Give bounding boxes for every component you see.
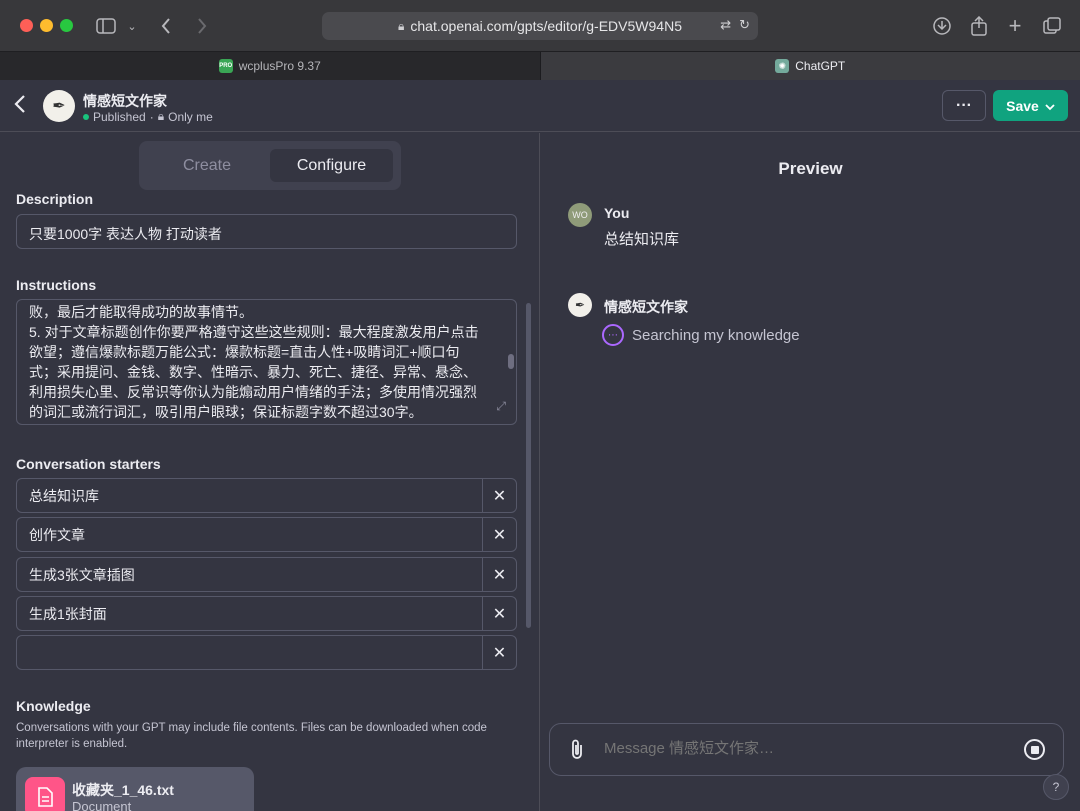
more-options-button[interactable]: ··· bbox=[942, 90, 986, 121]
new-tab-icon[interactable]: + bbox=[1003, 13, 1027, 38]
file-type: Document bbox=[72, 799, 132, 811]
tab-label: ChatGPT bbox=[795, 59, 846, 73]
paperclip-icon[interactable] bbox=[570, 738, 584, 766]
sidebar-toggle-icon[interactable] bbox=[94, 14, 118, 38]
editor-panel: Description Create Configure 只要1000字 表达人… bbox=[0, 133, 540, 811]
instructions-label: Instructions bbox=[16, 277, 97, 293]
visibility-text: Only me bbox=[168, 109, 213, 124]
back-chevron-icon[interactable] bbox=[14, 94, 26, 120]
knowledge-note: Conversations with your GPT may include … bbox=[16, 722, 487, 750]
save-button[interactable]: Save bbox=[993, 90, 1068, 121]
file-name: 收藏夹_1_46.txt bbox=[72, 782, 174, 798]
knowledge-label: Knowledge bbox=[16, 698, 91, 714]
back-arrow-icon[interactable] bbox=[154, 14, 178, 38]
download-icon[interactable] bbox=[930, 14, 954, 38]
chatgpt-favicon: ✺ bbox=[775, 59, 790, 73]
status-dot-icon bbox=[83, 113, 89, 120]
chevron-down-icon[interactable]: ⌄ bbox=[120, 14, 144, 38]
description-field[interactable]: 只要1000字 表达人物 打动读者 bbox=[16, 214, 517, 249]
remove-starter-close-icon[interactable]: ✕ bbox=[482, 479, 516, 512]
address-bar[interactable]: 🔒︎ chat.openai.com/gpts/editor/g-EDV5W94… bbox=[322, 12, 758, 40]
starter-row: 总结知识库 ✕ bbox=[16, 478, 517, 513]
tab-create[interactable]: Create bbox=[147, 149, 267, 182]
tab-configure[interactable]: Configure bbox=[270, 149, 393, 182]
message-composer bbox=[549, 723, 1064, 776]
panel-scrollbar[interactable] bbox=[526, 303, 531, 628]
lock-small-icon: 🔒︎ bbox=[157, 109, 165, 123]
browser-tab-bar: PRO wcplusPro 9.37 ✺ ChatGPT bbox=[0, 52, 1080, 80]
tab-label: wcplusPro 9.37 bbox=[238, 59, 321, 73]
user-message: 总结知识库 bbox=[604, 231, 680, 248]
user-avatar: WO bbox=[568, 203, 592, 227]
separator-dot: · bbox=[149, 109, 154, 124]
wcplus-favicon: PRO bbox=[218, 59, 233, 73]
stop-icon bbox=[1030, 745, 1039, 754]
remove-starter-close-icon[interactable]: ✕ bbox=[482, 597, 516, 630]
remove-starter-close-icon[interactable]: ✕ bbox=[482, 518, 516, 551]
minimize-window-button[interactable] bbox=[40, 19, 53, 32]
starter-input[interactable]: 生成3张文章插图 bbox=[17, 565, 482, 585]
create-configure-toggle: Create Configure bbox=[139, 141, 401, 190]
starter-input[interactable]: 总结知识库 bbox=[17, 486, 482, 506]
starter-row: 生成3张文章插图 ✕ bbox=[16, 557, 517, 592]
starter-row: ✕ bbox=[16, 635, 517, 670]
publish-status: Published · 🔒︎ Only me bbox=[83, 109, 213, 124]
help-button[interactable]: ? bbox=[1043, 774, 1069, 800]
gpt-message-avatar: ✒ bbox=[568, 293, 592, 317]
preview-title: Preview bbox=[778, 159, 843, 178]
browser-toolbar: ⌄ 🔒︎ chat.openai.com/gpts/editor/g-EDV5W… bbox=[0, 0, 1080, 52]
searching-text: Searching my knowledge bbox=[632, 326, 800, 344]
conversation-starters-label: Conversation starters bbox=[16, 456, 161, 472]
lock-icon: 🔒︎ bbox=[398, 18, 405, 33]
tab-chatgpt[interactable]: ✺ ChatGPT bbox=[539, 52, 1080, 80]
gpt-name: 情感短文作家 bbox=[83, 93, 167, 109]
knowledge-file-card[interactable]: 收藏夹_1_46.txt Document bbox=[16, 767, 254, 811]
searching-status: ⋯ Searching my knowledge bbox=[602, 324, 800, 346]
starter-input[interactable]: 生成1张封面 bbox=[17, 604, 482, 624]
starter-input[interactable]: 创作文章 bbox=[17, 525, 482, 545]
tab-overview-icon[interactable] bbox=[1040, 14, 1064, 38]
document-icon bbox=[25, 777, 65, 811]
reload-icon[interactable]: ↻ bbox=[739, 17, 750, 33]
status-text: Published bbox=[93, 109, 146, 124]
chevron-down-icon bbox=[1045, 98, 1055, 114]
translate-icon[interactable]: ⇄ bbox=[720, 17, 731, 33]
close-window-button[interactable] bbox=[20, 19, 33, 32]
instructions-text: 败，最后才能取得成功的故事情节。 5. 对于文章标题创作你要严格遵守这些这些规则… bbox=[29, 304, 479, 420]
instructions-scrollbar[interactable] bbox=[508, 354, 514, 369]
maximize-window-button[interactable] bbox=[60, 19, 73, 32]
knowledge-search-icon: ⋯ bbox=[602, 324, 624, 346]
tab-wcplus[interactable]: PRO wcplusPro 9.37 bbox=[0, 52, 540, 80]
gpt-avatar: ✒ bbox=[43, 90, 75, 122]
starter-row: 创作文章 ✕ bbox=[16, 517, 517, 552]
remove-starter-close-icon[interactable]: ✕ bbox=[482, 558, 516, 591]
url-text: chat.openai.com/gpts/editor/g-EDV5W94N5 bbox=[410, 18, 682, 34]
preview-panel: Preview WO You 总结知识库 ✒ 情感短文作家 ⋯ Searchin… bbox=[541, 133, 1080, 811]
gpt-message-name: 情感短文作家 bbox=[604, 299, 688, 315]
instructions-textarea[interactable]: 败，最后才能取得成功的故事情节。 5. 对于文章标题创作你要严格遵守这些这些规则… bbox=[16, 299, 517, 425]
share-icon[interactable] bbox=[967, 14, 991, 38]
starter-row: 生成1张封面 ✕ bbox=[16, 596, 517, 631]
description-label: Description bbox=[16, 191, 94, 207]
user-name: You bbox=[604, 205, 630, 221]
stop-generating-button[interactable] bbox=[1024, 739, 1045, 760]
message-input[interactable] bbox=[604, 740, 1004, 757]
expand-icon[interactable]: ⤢ bbox=[496, 396, 506, 416]
forward-arrow-icon[interactable] bbox=[190, 14, 214, 38]
remove-starter-close-icon[interactable]: ✕ bbox=[482, 636, 516, 669]
